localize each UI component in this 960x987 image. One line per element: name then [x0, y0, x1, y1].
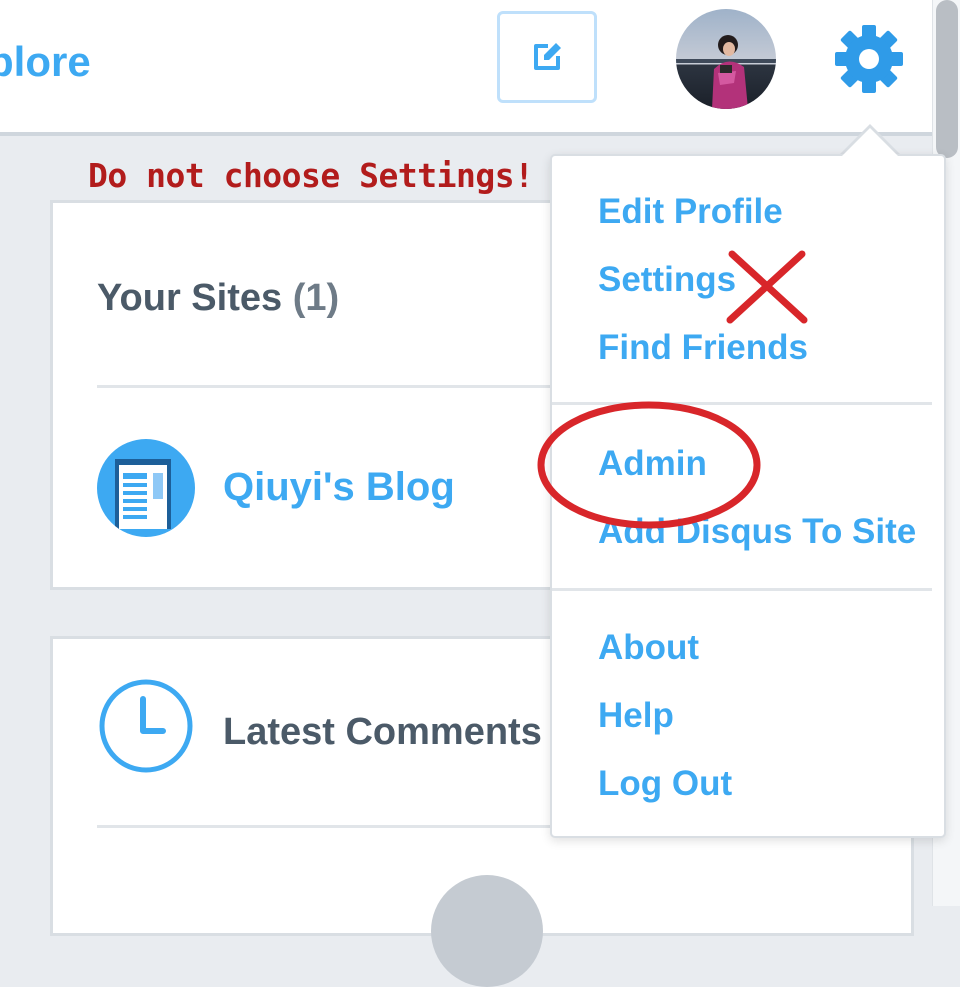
- annotation-warning: Do not choose Settings!: [88, 156, 534, 195]
- sites-count: (1): [292, 277, 340, 319]
- latest-comments-heading: Latest Comments: [223, 711, 542, 753]
- your-sites-heading: Your Sites (1): [97, 277, 339, 320]
- clock-icon: [99, 679, 193, 773]
- user-avatar[interactable]: [676, 9, 776, 109]
- scrollbar-thumb[interactable]: [936, 0, 958, 158]
- menu-item-log-out[interactable]: Log Out: [598, 764, 732, 804]
- gear-icon: [835, 25, 903, 93]
- menu-item-find-friends[interactable]: Find Friends: [598, 328, 808, 368]
- red-circle-highlight: [537, 401, 761, 529]
- comment-avatar-placeholder: [431, 875, 543, 987]
- dropdown-caret-fill: [840, 128, 900, 158]
- top-bar: plore: [0, 0, 932, 136]
- settings-gear-button[interactable]: [830, 20, 908, 98]
- compose-button[interactable]: [497, 11, 597, 103]
- menu-item-settings[interactable]: Settings: [598, 260, 736, 300]
- menu-item-help[interactable]: Help: [598, 696, 674, 736]
- newspaper-icon: [115, 459, 171, 529]
- edit-icon: [534, 43, 561, 70]
- site-link-qiuyis-blog[interactable]: Qiuyi's Blog: [223, 465, 455, 510]
- site-icon[interactable]: [97, 439, 195, 537]
- menu-item-edit-profile[interactable]: Edit Profile: [598, 192, 783, 232]
- your-sites-title: Your Sites: [97, 277, 283, 319]
- red-cross-mark: [726, 250, 808, 324]
- avatar-photo: [676, 9, 776, 109]
- menu-item-about[interactable]: About: [598, 628, 699, 668]
- menu-divider: [552, 588, 932, 591]
- explore-link[interactable]: plore: [0, 38, 91, 86]
